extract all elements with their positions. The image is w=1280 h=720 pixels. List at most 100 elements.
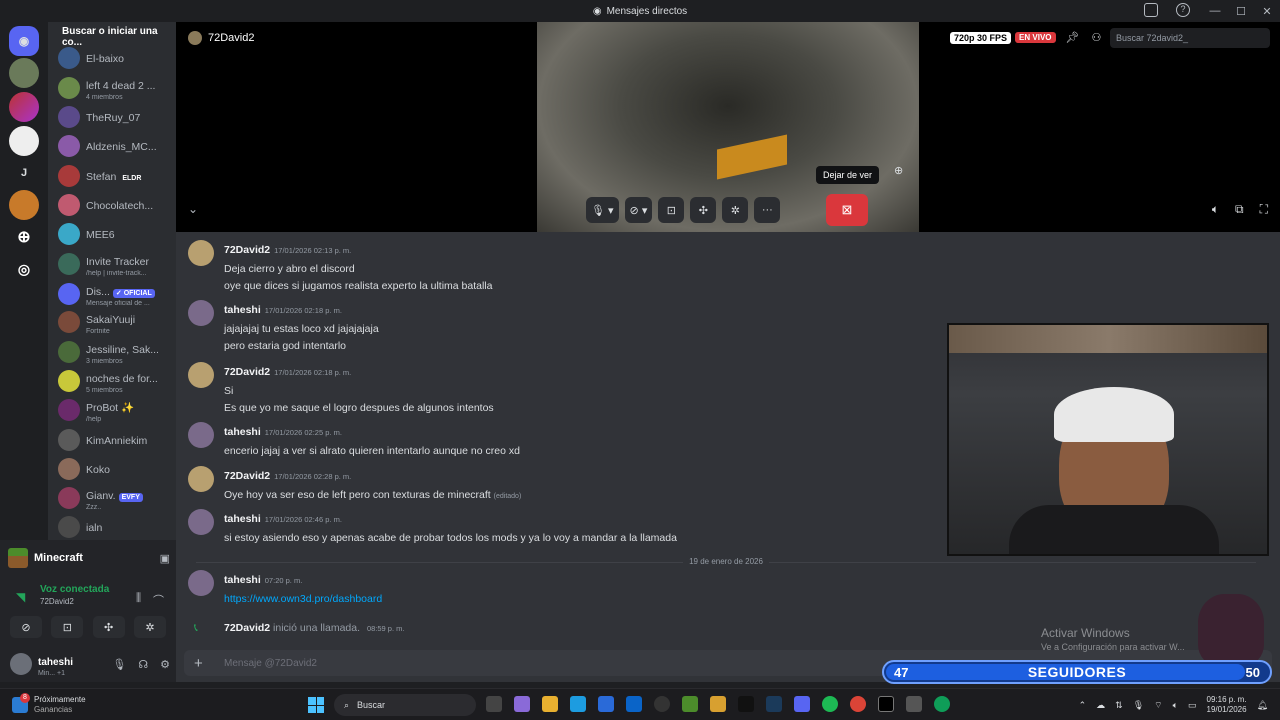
- headphones-icon[interactable]: ☊: [138, 658, 148, 671]
- zoom-icon[interactable]: ⊕: [894, 164, 903, 177]
- dm-item[interactable]: TheRuy_07: [58, 103, 176, 131]
- header-search-input[interactable]: Buscar 72david2_: [1110, 28, 1270, 48]
- discord-icon[interactable]: [794, 696, 810, 712]
- avatar[interactable]: [188, 509, 214, 535]
- add-friends-icon[interactable]: ⚇: [1091, 31, 1101, 44]
- wifi-icon[interactable]: ⌔: [1154, 700, 1162, 711]
- app-icon[interactable]: [710, 696, 726, 712]
- file-explorer-icon[interactable]: [542, 696, 558, 712]
- add-server-icon[interactable]: ⊕: [9, 222, 39, 252]
- dm-item[interactable]: Aldzenis_MC...: [58, 132, 176, 160]
- dm-item[interactable]: Gianv. EVFY Zzz..: [58, 484, 176, 512]
- message-author[interactable]: 72David2: [224, 244, 270, 256]
- cloud-icon[interactable]: ☁: [1096, 700, 1105, 711]
- store-icon[interactable]: [598, 696, 614, 712]
- dm-item[interactable]: ialn: [58, 513, 176, 541]
- message-author[interactable]: taheshi: [224, 426, 261, 438]
- minecraft-icon[interactable]: [682, 696, 698, 712]
- dm-item[interactable]: Chocolatech...: [58, 191, 176, 219]
- message-author[interactable]: 72David2: [224, 366, 270, 378]
- message-link[interactable]: https://www.own3d.pro/dashboard: [224, 593, 382, 605]
- capcut-icon[interactable]: [878, 696, 894, 712]
- maximize-button[interactable]: ☐: [1228, 5, 1254, 18]
- activity-game[interactable]: Minecraft ▣: [8, 544, 170, 572]
- avatar[interactable]: [188, 240, 214, 266]
- chrome-icon[interactable]: [934, 696, 950, 712]
- avatar[interactable]: [188, 422, 214, 448]
- volume-icon[interactable]: 🔈︎: [1173, 700, 1178, 711]
- fullscreen-icon[interactable]: ⛶: [1260, 202, 1268, 217]
- activity-share-icon[interactable]: ▣: [160, 552, 170, 565]
- avatar[interactable]: [188, 300, 214, 326]
- outlook-icon[interactable]: [626, 696, 642, 712]
- obs-icon[interactable]: [654, 696, 670, 712]
- dm-item[interactable]: SakaiYuuji Fortnite: [58, 308, 176, 336]
- disconnect-icon[interactable]: ⌒: [153, 592, 164, 608]
- taskbar-search[interactable]: ⌕ Buscar: [334, 694, 476, 716]
- pin-icon[interactable]: 📌︎: [1066, 31, 1080, 44]
- activities-button[interactable]: ✣: [690, 197, 717, 223]
- server-icon[interactable]: [9, 190, 39, 220]
- dm-item[interactable]: ProBot ✨/help: [58, 396, 176, 424]
- server-icon[interactable]: [9, 58, 39, 88]
- weather-widget[interactable]: 8 Próximamente Ganancias: [12, 693, 86, 715]
- inbox-icon[interactable]: [1144, 3, 1158, 17]
- edge-icon[interactable]: [570, 696, 586, 712]
- dm-item[interactable]: Koko: [58, 455, 176, 483]
- notifications-icon[interactable]: 🔔︎: [1257, 700, 1268, 711]
- volume-icon[interactable]: 🔈︎: [1212, 202, 1219, 217]
- server-icon[interactable]: [9, 126, 39, 156]
- add-attachment-icon[interactable]: +: [194, 655, 203, 672]
- settings-gear-icon[interactable]: ⚙: [160, 658, 170, 671]
- user-panel[interactable]: taheshi Min... +1 🎙︎ ☊ ⚙: [10, 650, 170, 678]
- dm-item[interactable]: El-baixo: [58, 44, 176, 72]
- avatar[interactable]: [188, 466, 214, 492]
- minimize-button[interactable]: —: [1202, 5, 1228, 17]
- close-button[interactable]: ✕: [1254, 5, 1280, 18]
- soundboard-button[interactable]: ✲: [722, 197, 749, 223]
- start-button[interactable]: [308, 697, 324, 713]
- camera-button[interactable]: ⊘ ▾: [624, 197, 653, 223]
- chrome-icon[interactable]: [850, 696, 866, 712]
- stop-watching-button[interactable]: ⊠: [826, 194, 868, 226]
- network-icon[interactable]: ⇅: [1115, 700, 1123, 711]
- voice-status[interactable]: Voz conectada 72David2: [40, 584, 109, 606]
- dm-item[interactable]: KimAnniekim: [58, 426, 176, 454]
- message-author[interactable]: taheshi: [224, 513, 261, 525]
- steam-icon[interactable]: [766, 696, 782, 712]
- activities-button[interactable]: ✣: [92, 616, 125, 638]
- message-author[interactable]: 72David2: [224, 470, 270, 482]
- dm-item[interactable]: noches de for... 5 miembros: [58, 367, 176, 395]
- avatar[interactable]: [188, 570, 214, 596]
- screen-share-button[interactable]: ⊡: [51, 616, 84, 638]
- stream-stage[interactable]: 72David2 720p 30 FPS EN VIVO 📌︎ ⚇ ◐ Busc…: [176, 22, 1280, 232]
- microphone-button[interactable]: 🎙︎ ▾: [586, 197, 619, 223]
- avatar[interactable]: [188, 362, 214, 388]
- chevron-up-icon[interactable]: ⌃: [1079, 700, 1087, 711]
- spotify-icon[interactable]: [822, 696, 838, 712]
- battery-icon[interactable]: ▭: [1188, 700, 1197, 711]
- soundboard-button[interactable]: ✲: [133, 616, 166, 638]
- message-author[interactable]: taheshi: [224, 574, 261, 586]
- server-icon[interactable]: [9, 92, 39, 122]
- camera-off-button[interactable]: ⊘: [10, 616, 42, 638]
- microphone-icon[interactable]: 🎙︎: [1133, 700, 1144, 711]
- noise-suppression-icon[interactable]: ⫼: [136, 592, 141, 608]
- app-icon[interactable]: [906, 696, 922, 712]
- copilot-icon[interactable]: [514, 696, 530, 712]
- task-view-icon[interactable]: [486, 696, 502, 712]
- microphone-icon[interactable]: 🎙︎: [112, 658, 126, 671]
- dm-item[interactable]: Dis... ✓ OFICIAL Mensaje oficial de ...: [58, 280, 176, 308]
- explore-icon[interactable]: ◎: [9, 254, 39, 284]
- clock[interactable]: 09:16 p. m. 19/01/2026: [1207, 695, 1247, 715]
- dm-item[interactable]: MEE6: [58, 220, 176, 248]
- dm-item[interactable]: Stefan ELDR: [58, 162, 176, 190]
- dm-item[interactable]: Jessiline, Sak... 3 miembros: [58, 338, 176, 366]
- chevron-down-icon[interactable]: ⌄: [188, 202, 198, 216]
- home-button[interactable]: ◉: [9, 26, 39, 56]
- popout-icon[interactable]: ⧉: [1235, 202, 1244, 217]
- screen-share-button[interactable]: ⊡: [658, 197, 685, 223]
- dm-item[interactable]: left 4 dead 2 ... 4 miembros: [58, 74, 176, 102]
- dm-item[interactable]: Invite Tracker/help | invite-track...: [58, 250, 176, 278]
- help-icon[interactable]: ?: [1176, 3, 1190, 17]
